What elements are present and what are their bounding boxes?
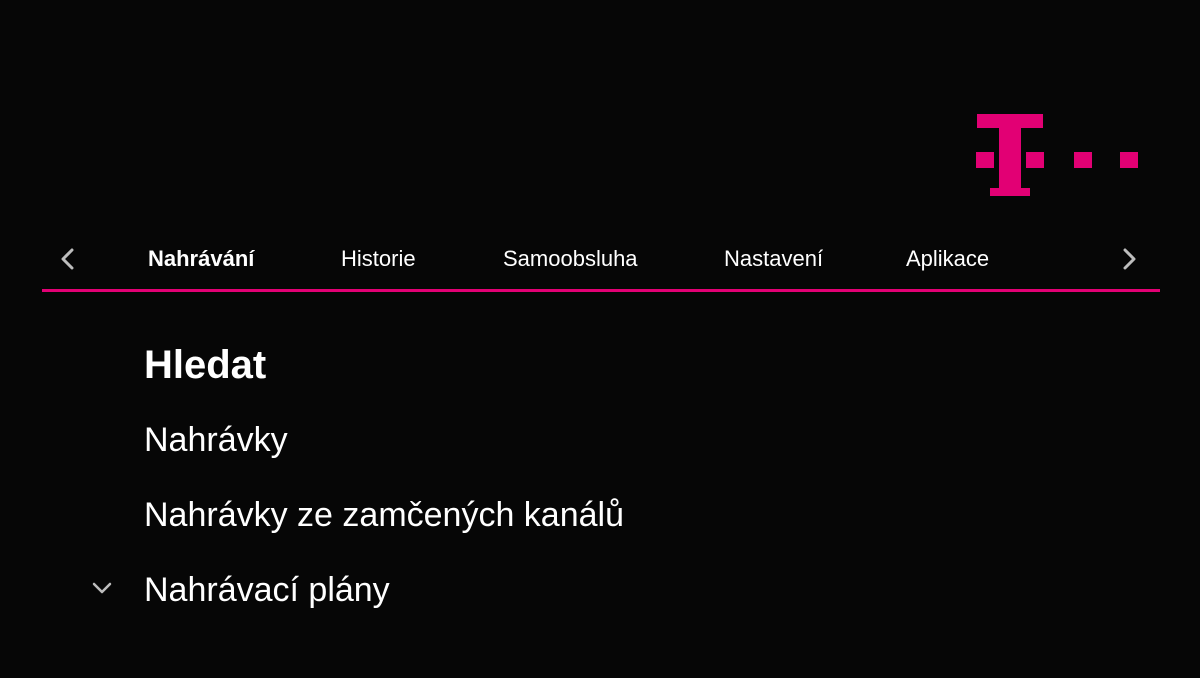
menu-item-nahravky-zamcene[interactable]: Nahrávky ze zamčených kanálů <box>144 493 624 537</box>
chevron-left-icon[interactable] <box>55 246 81 272</box>
tab-samoobsluha[interactable]: Samoobsluha <box>503 245 638 273</box>
telekom-logo <box>976 114 1138 196</box>
chevron-down-icon[interactable] <box>90 576 114 600</box>
tab-nahravani[interactable]: Nahrávání <box>148 245 254 273</box>
chevron-right-icon[interactable] <box>1116 246 1142 272</box>
tab-nastaveni[interactable]: Nastavení <box>724 245 823 273</box>
tab-aplikace[interactable]: Aplikace <box>906 245 989 273</box>
menu-item-hledat[interactable]: Hledat <box>144 340 266 390</box>
tab-historie[interactable]: Historie <box>341 245 416 273</box>
nav-underline <box>42 289 1160 292</box>
tv-screen: Nahrávání Historie Samoobsluha Nastavení… <box>0 0 1200 678</box>
menu-item-nahravky[interactable]: Nahrávky <box>144 418 288 462</box>
menu-item-nahravaci-plany[interactable]: Nahrávací plány <box>144 568 390 612</box>
